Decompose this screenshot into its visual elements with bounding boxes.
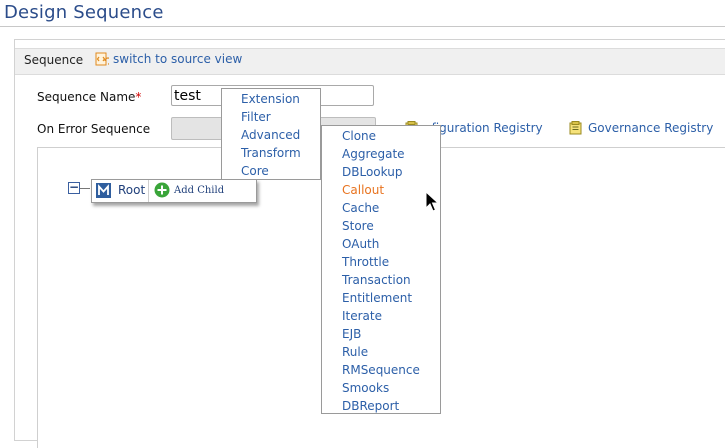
configuration-registry-label: nfiguration Registry: [424, 121, 543, 135]
submenu-item-cache[interactable]: Cache: [342, 201, 379, 215]
submenu-item-store[interactable]: Store: [342, 219, 374, 233]
submenu-item-rmsequence[interactable]: RMSequence: [342, 363, 420, 377]
mediator-m-icon: [96, 183, 111, 198]
submenu-item-smooks[interactable]: Smooks: [342, 381, 389, 395]
sequence-name-label-text: Sequence Name: [37, 90, 136, 104]
add-child-button[interactable]: Add Child: [154, 182, 224, 198]
governance-registry-link[interactable]: Governance Registry: [569, 121, 713, 135]
submenu-item-ejb[interactable]: EJB: [342, 327, 361, 341]
submenu-item-throttle[interactable]: Throttle: [342, 255, 389, 269]
tree-connector: [80, 188, 90, 189]
root-node[interactable]: Root Add Child: [91, 179, 257, 203]
submenu-item-rule[interactable]: Rule: [342, 345, 368, 359]
sequence-name-label: Sequence Name*: [37, 90, 141, 104]
required-mark: *: [135, 90, 142, 104]
registry-icon: [569, 121, 582, 135]
submenu-item-dblookup[interactable]: DBLookup: [342, 165, 402, 179]
mouse-cursor-icon: [425, 191, 439, 212]
submenu-item-transaction[interactable]: Transaction: [342, 273, 411, 287]
on-error-sequence-label: On Error Sequence: [37, 122, 151, 136]
submenu-item-clone[interactable]: Clone: [342, 129, 376, 143]
sequence-panel-title: Sequence: [24, 53, 84, 67]
menu-item-transform[interactable]: Transform: [241, 146, 301, 160]
plus-circle-icon: [154, 182, 170, 198]
advanced-mediator-submenu: Clone Aggregate DBLookup Callout Cache S…: [321, 125, 441, 414]
menu-item-filter[interactable]: Filter: [241, 110, 271, 124]
submenu-item-aggregate[interactable]: Aggregate: [342, 147, 405, 161]
submenu-item-callout[interactable]: Callout: [342, 183, 384, 197]
collapse-tree-button[interactable]: −: [68, 181, 80, 194]
node-divider: [148, 180, 149, 202]
source-view-icon: [95, 52, 109, 66]
submenu-item-iterate[interactable]: Iterate: [342, 309, 382, 323]
menu-item-core[interactable]: Core: [241, 164, 269, 178]
submenu-item-dbreport[interactable]: DBReport: [342, 399, 399, 413]
submenu-item-oauth[interactable]: OAuth: [342, 237, 379, 251]
switch-to-source-view-label: switch to source view: [113, 52, 243, 66]
menu-item-extension[interactable]: Extension: [241, 92, 300, 106]
submenu-item-entitlement[interactable]: Entitlement: [342, 291, 412, 305]
mediator-category-menu: Extension Filter Advanced Transform Core: [221, 88, 321, 180]
switch-to-source-view-link[interactable]: switch to source view: [95, 52, 242, 66]
governance-registry-label: Governance Registry: [588, 121, 714, 135]
page-title: Design Sequence: [4, 2, 164, 23]
add-child-label: Add Child: [174, 184, 225, 196]
menu-item-advanced[interactable]: Advanced: [241, 128, 300, 142]
root-node-label: Root: [118, 183, 146, 197]
title-divider: [0, 26, 725, 27]
